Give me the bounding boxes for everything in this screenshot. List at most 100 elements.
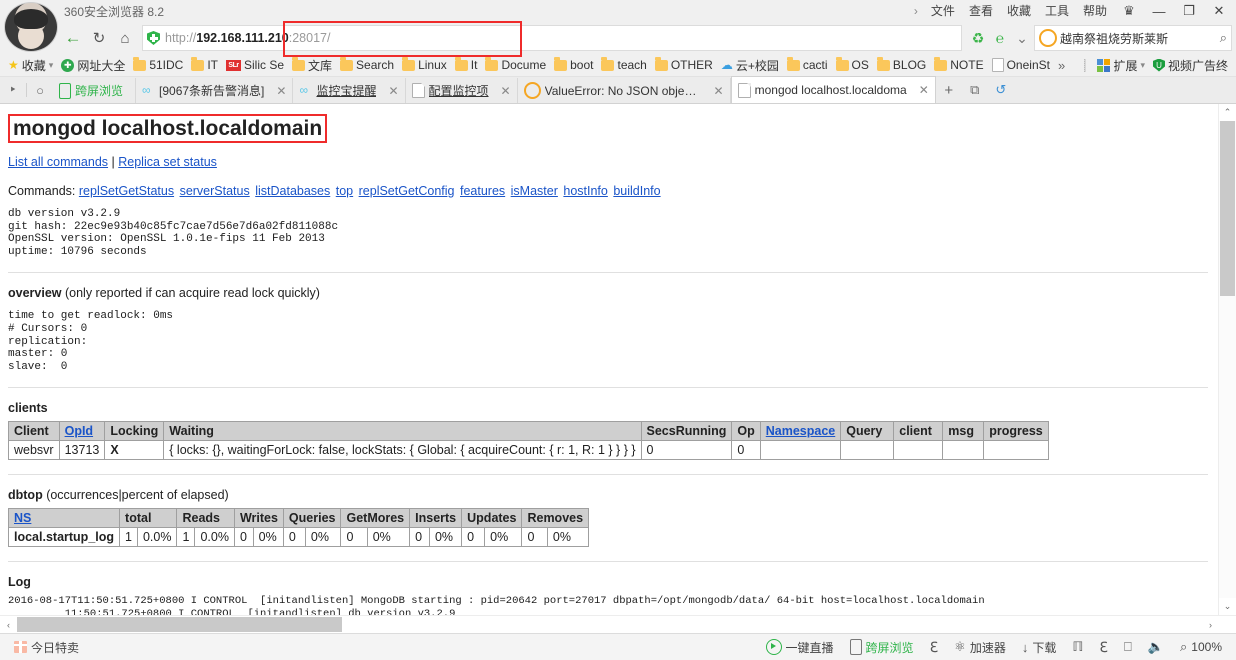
scroll-right-arrow-icon[interactable]: › — [1202, 616, 1219, 633]
close-button[interactable]: ✕ — [1204, 0, 1234, 22]
bookmark-item-7[interactable]: It — [451, 54, 482, 76]
address-bar[interactable]: http://192.168.111.210:28017/ — [142, 25, 962, 51]
col-ns-link[interactable]: NS — [14, 511, 31, 525]
vip-crown-icon[interactable]: ♛ — [1114, 0, 1144, 22]
bookmark-item-8[interactable]: Docume — [481, 54, 550, 76]
chevron-down-icon[interactable]: ▾ — [1140, 60, 1145, 71]
chevron-right-icon[interactable]: › — [908, 4, 924, 18]
cloud-tab-icon[interactable]: ○ — [27, 77, 53, 103]
vertical-scrollbar[interactable]: ⌃ ⌄ — [1218, 104, 1236, 615]
tab-close-icon[interactable]: ✕ — [708, 84, 724, 98]
horizontal-scrollbar[interactable]: ‹ › — [0, 615, 1236, 633]
scroll-up-arrow-icon[interactable]: ⌃ — [1219, 104, 1236, 121]
status-zoom[interactable]: ⌕ 100% — [1172, 639, 1230, 655]
search-input[interactable]: 越南祭祖烧劳斯莱斯 ⌕ — [1034, 25, 1232, 51]
cmd-hostInfo[interactable]: hostInfo — [563, 184, 607, 198]
cmd-serverStatus[interactable]: serverStatus — [180, 184, 250, 198]
bookmark-item-0[interactable]: ✚ 网址大全 — [57, 54, 129, 76]
status-today-deal[interactable]: 今日特卖 — [6, 639, 87, 656]
scroll-left-arrow-icon[interactable]: ‹ — [0, 616, 17, 633]
cmd-features[interactable]: features — [460, 184, 505, 198]
status-speaker[interactable]: 🔈 — [1140, 639, 1172, 655]
search-icon[interactable]: ⌕ — [1220, 30, 1227, 46]
maximize-button[interactable]: ❐ — [1174, 0, 1204, 22]
scroll-track[interactable] — [1219, 121, 1236, 598]
menu-tools[interactable]: 工具 — [1038, 0, 1076, 22]
status-flag[interactable]: ℿ — [1064, 639, 1091, 655]
menu-file[interactable]: 文件 — [924, 0, 962, 22]
col-namespace-link[interactable]: Namespace — [766, 424, 836, 438]
adblock-button[interactable]: U 视频广告终 — [1149, 54, 1232, 76]
bookmark-item-12[interactable]: ☁ 云+校园 — [717, 54, 783, 76]
scroll-thumb[interactable] — [1220, 121, 1235, 296]
bookmark-item-1[interactable]: 51IDC — [129, 54, 187, 76]
home-button[interactable]: ⌂ — [112, 25, 138, 51]
bookmark-item-14[interactable]: OS — [832, 54, 873, 76]
tab-close-icon[interactable]: ✕ — [382, 84, 398, 98]
bookmarks-overflow[interactable]: » — [1054, 54, 1069, 76]
cmd-replSetGetStatus[interactable]: replSetGetStatus — [79, 184, 174, 198]
tab-close-icon[interactable]: ✕ — [495, 84, 511, 98]
menu-favorites[interactable]: 收藏 — [1000, 0, 1038, 22]
bookmark-label: cacti — [802, 58, 828, 72]
bookmark-item-17[interactable]: OneinSt — [988, 54, 1054, 76]
chevron-down-icon[interactable]: ▾ — [49, 60, 54, 71]
cell-reads-pct: 0.0% — [194, 527, 235, 548]
bookmark-item-4[interactable]: 文库 — [288, 54, 336, 76]
undo-close-tab-icon[interactable]: ↺ — [988, 77, 1014, 103]
tab-close-icon[interactable]: ✕ — [913, 83, 929, 97]
bookmark-item-3[interactable]: SLr Silic Se — [222, 54, 288, 76]
status-eco2[interactable]: ℇ — [1091, 639, 1116, 656]
bookmark-label: IT — [207, 58, 219, 72]
status-accelerator[interactable]: ⚛ 加速器 — [946, 639, 1014, 656]
menu-help[interactable]: 帮助 — [1076, 0, 1114, 22]
status-live-broadcast[interactable]: 一键直播 — [758, 639, 842, 656]
status-window[interactable]: ⎕ — [1116, 639, 1140, 655]
bookmark-favorites[interactable]: ★ 收藏 ▾ — [4, 54, 57, 76]
recycle-icon[interactable]: ♻ — [968, 30, 988, 47]
bookmark-item-9[interactable]: boot — [550, 54, 597, 76]
status-cross-screen[interactable]: 跨屏浏览 — [842, 639, 922, 656]
scroll-down-arrow-icon[interactable]: ⌄ — [1219, 598, 1236, 615]
tab-valueerror[interactable]: ValueError: No JSON object c ✕ — [517, 78, 731, 103]
new-tab-button[interactable]: + — [936, 77, 962, 103]
cmd-replSetGetConfig[interactable]: replSetGetConfig — [359, 184, 455, 198]
status-eco[interactable]: ℇ — [922, 639, 947, 656]
minimize-button[interactable]: — — [1144, 0, 1174, 22]
bookmark-label: OneinSt — [1006, 58, 1050, 72]
col-opid-link[interactable]: OpId — [65, 424, 93, 438]
tab-kuaping[interactable]: 跨屏浏览 — [53, 78, 137, 103]
bookmark-item-5[interactable]: Search — [336, 54, 398, 76]
bookmark-item-15[interactable]: BLOG — [873, 54, 930, 76]
bookmark-item-16[interactable]: NOTE — [930, 54, 987, 76]
extensions-button[interactable]: 扩展 ▾ — [1093, 54, 1149, 76]
back-button[interactable]: ← — [60, 25, 86, 51]
cmd-listDatabases[interactable]: listDatabases — [255, 184, 330, 198]
menu-view[interactable]: 查看 — [962, 0, 1000, 22]
tab-list-icon[interactable]: ‣ — [0, 77, 26, 103]
avatar[interactable] — [4, 2, 58, 52]
hscroll-thumb[interactable] — [17, 617, 342, 632]
tab-close-icon[interactable]: ✕ — [270, 84, 286, 98]
tab-alarm-messages[interactable]: ∞ [9067条新告警消息] ✕ — [136, 78, 294, 103]
bookmark-item-2[interactable]: IT — [187, 54, 222, 76]
link-list-all-commands[interactable]: List all commands — [8, 155, 108, 169]
adblock-shield-icon: U — [1152, 58, 1165, 72]
status-download[interactable]: ↓ 下载 — [1014, 639, 1065, 656]
bookmark-item-13[interactable]: cacti — [783, 54, 832, 76]
cmd-buildInfo[interactable]: buildInfo — [613, 184, 660, 198]
cmd-isMaster[interactable]: isMaster — [511, 184, 558, 198]
tab-config-monitor[interactable]: 配置监控项 ✕ — [405, 78, 518, 103]
tab-mongod-localhost[interactable]: mongod localhost.localdoma ✕ — [730, 76, 936, 103]
cmd-top[interactable]: top — [336, 184, 353, 198]
restore-tab-icon[interactable]: ⧉ — [962, 77, 988, 103]
chevron-down-icon[interactable]: ⌄ — [1012, 30, 1032, 47]
tab-monitor-reminder[interactable]: ∞ 监控宝提醒 ✕ — [293, 78, 406, 103]
bookmark-label: NOTE — [950, 58, 984, 72]
eco-icon[interactable]: ℮ — [990, 30, 1010, 46]
bookmark-item-11[interactable]: OTHER — [651, 54, 717, 76]
bookmark-item-6[interactable]: Linux — [398, 54, 451, 76]
reload-button[interactable]: ↻ — [86, 25, 112, 51]
bookmark-item-10[interactable]: teach — [597, 54, 650, 76]
link-replica-set-status[interactable]: Replica set status — [118, 155, 217, 169]
